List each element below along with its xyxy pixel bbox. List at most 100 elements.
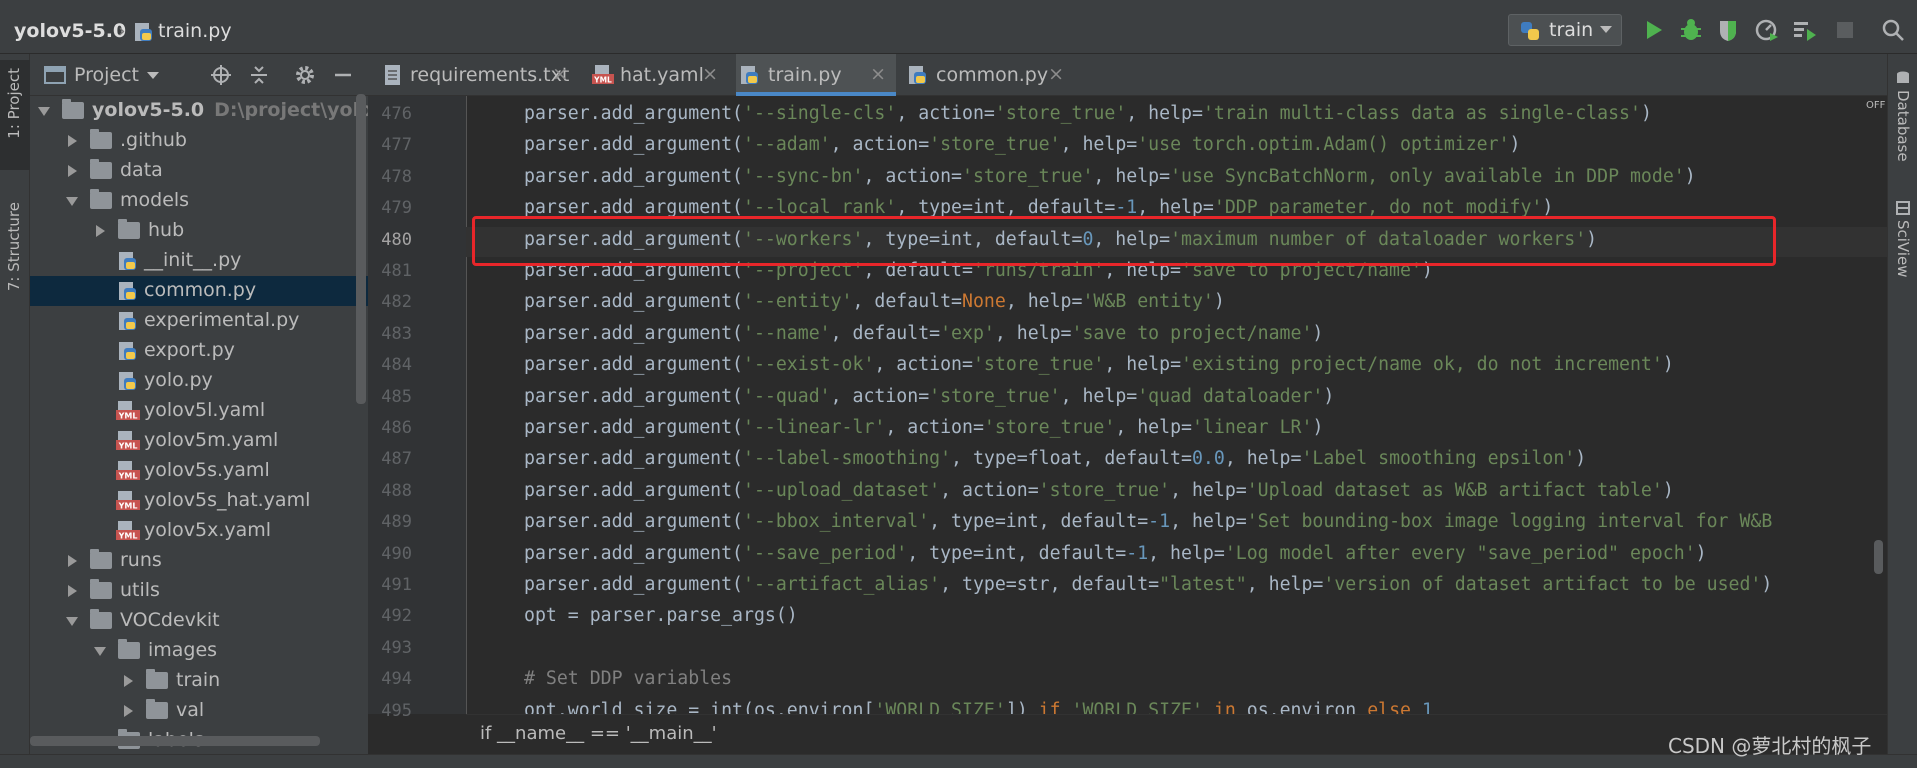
code-line[interactable]: parser.add_argument('--entity', default=… (524, 291, 1225, 312)
structure-tool-tab[interactable]: 7: Structure (0, 194, 30, 314)
chevron-right-icon[interactable] (96, 225, 105, 237)
code-line[interactable]: parser.add_argument('--exist-ok', action… (524, 354, 1674, 375)
chevron-right-icon[interactable] (124, 705, 133, 717)
project-tree-item[interactable]: experimental.py (30, 306, 368, 336)
project-horizontal-scrollbar[interactable] (30, 736, 320, 746)
project-tree-item[interactable]: YML yolov5x.yaml (30, 516, 368, 546)
svg-text:YML: YML (593, 76, 612, 85)
code-line[interactable]: parser.add_argument('--artifact_alias', … (524, 574, 1772, 595)
code-token: 'store_true' (972, 354, 1105, 376)
editor-tab[interactable]: common.py × (904, 54, 1074, 96)
project-tree-item[interactable]: YML yolov5s.yaml (30, 456, 368, 486)
chevron-right-icon[interactable] (68, 165, 77, 177)
project-tree-item[interactable]: common.py (30, 276, 368, 306)
chevron-down-icon[interactable] (38, 107, 50, 116)
run-icon[interactable] (1640, 17, 1666, 43)
project-tree-item[interactable]: YML yolov5l.yaml (30, 396, 368, 426)
project-panel-title[interactable]: Project (74, 64, 139, 86)
line-number: 489 (381, 512, 412, 533)
project-tree-item[interactable]: YML yolov5s_hat.yaml (30, 486, 368, 516)
code-token: , action= (896, 103, 995, 124)
editor-tab[interactable]: YML hat.yaml × (588, 54, 728, 96)
editor-breadcrumb[interactable]: if __name__ == '__main__' (480, 723, 717, 744)
project-tree-item[interactable]: runs (30, 546, 368, 576)
chevron-right-icon[interactable] (124, 675, 133, 687)
code-line[interactable]: parser.add_argument('--single-cls', acti… (524, 103, 1652, 124)
coverage-icon[interactable] (1716, 17, 1742, 43)
project-tree-item[interactable]: hub (30, 216, 368, 246)
close-icon[interactable]: × (870, 63, 886, 85)
project-tree-item[interactable]: models (30, 186, 368, 216)
annotation-highlight-box (472, 216, 1776, 266)
project-tree-item[interactable]: VOCdevkit (30, 606, 368, 636)
editor-vertical-scrollbar[interactable] (1874, 540, 1883, 574)
code-line[interactable]: opt = parser.parse_args() (524, 605, 798, 626)
chevron-down-icon[interactable] (147, 72, 159, 79)
breadcrumb-file[interactable]: train.py (158, 20, 232, 42)
code-token: '--name' (743, 322, 831, 344)
code-line[interactable]: parser.add_argument('--bbox_interval', t… (524, 511, 1772, 532)
code-token: , help= (1170, 479, 1247, 501)
code-line[interactable]: parser.add_argument('--upload_dataset', … (524, 480, 1674, 501)
chevron-right-icon[interactable] (68, 585, 77, 597)
chevron-down-icon[interactable] (94, 647, 106, 656)
chevron-right-icon[interactable] (68, 555, 77, 567)
code-line[interactable]: parser.add_argument('--quad', action='st… (524, 386, 1334, 407)
chevron-right-icon[interactable] (68, 135, 77, 147)
code-token: , help= (1126, 103, 1203, 124)
chevron-down-icon[interactable] (66, 197, 78, 206)
code-line[interactable]: parser.add_argument('--name', default='e… (524, 323, 1323, 344)
inspection-badge[interactable]: OFF (1866, 100, 1885, 111)
project-tree-item[interactable]: __init__.py (30, 246, 368, 276)
search-everywhere-icon[interactable] (1880, 17, 1906, 43)
gear-icon[interactable] (294, 64, 316, 86)
code-token: 'quad dataloader' (1137, 385, 1324, 407)
code-token: 'use torch.optim.Adam() optimizer' (1137, 134, 1510, 156)
breadcrumb-project[interactable]: yolov5-5.0 (14, 20, 126, 42)
code-line[interactable]: parser.add_argument('--sync-bn', action=… (524, 166, 1696, 187)
profile-icon[interactable] (1754, 17, 1780, 43)
editor-tab[interactable]: train.py × (736, 54, 896, 96)
hide-panel-icon[interactable] (332, 64, 354, 86)
project-tree-item[interactable]: val (30, 696, 368, 726)
debug-icon[interactable] (1678, 17, 1704, 43)
sciview-tool-tab[interactable]: SciView (1894, 220, 1912, 278)
project-tree-item[interactable]: train (30, 666, 368, 696)
code-token: , default= (830, 322, 941, 344)
project-tree-item[interactable]: data (30, 156, 368, 186)
run-configuration-select[interactable]: train (1508, 14, 1622, 46)
run-concurrency-icon[interactable] (1792, 17, 1818, 43)
code-token: 'store_true' (929, 385, 1061, 407)
chevron-down-icon[interactable] (66, 617, 78, 626)
project-tree-item[interactable]: export.py (30, 336, 368, 366)
close-icon[interactable]: × (702, 63, 718, 85)
project-vertical-scrollbar[interactable] (356, 94, 366, 404)
code-line[interactable]: parser.add_argument('--label-smoothing',… (524, 448, 1586, 469)
code-token: , default= (852, 291, 963, 313)
locate-file-icon[interactable] (210, 64, 232, 86)
code-token: '--quad' (743, 385, 831, 407)
editor-tab-label: hat.yaml (620, 64, 704, 86)
project-tree-item[interactable]: images (30, 636, 368, 666)
project-tree-item[interactable]: .github (30, 126, 368, 156)
code-line[interactable]: parser.add_argument('--linear-lr', actio… (524, 417, 1323, 438)
project-tree-item[interactable]: utils (30, 576, 368, 606)
close-icon[interactable]: × (552, 63, 568, 85)
code-token: -1 (1126, 542, 1149, 564)
python-file-icon (909, 66, 926, 84)
project-tree-item-label: data (120, 159, 163, 181)
project-tree-item[interactable]: yolov5-5.0 D:\project\yolov5-5.0 (30, 96, 439, 126)
project-tree-item[interactable]: YML yolov5m.yaml (30, 426, 368, 456)
project-tool-tab[interactable]: 1: Project (0, 60, 30, 170)
editor-tab[interactable]: requirements.txt × (378, 54, 578, 96)
stop-icon[interactable] (1832, 17, 1858, 43)
code-token: 'save to project/name' (1071, 322, 1313, 344)
code-line[interactable]: parser.add_argument('--save_period', typ… (524, 543, 1707, 564)
database-tool-tab[interactable]: Database (1894, 90, 1912, 162)
code-line[interactable]: parser.add_argument('--adam', action='st… (524, 134, 1520, 155)
code-token: '--upload_dataset' (743, 479, 941, 501)
code-line[interactable]: # Set DDP variables (524, 668, 732, 689)
collapse-all-icon[interactable] (248, 64, 270, 86)
project-tree-item[interactable]: yolo.py (30, 366, 368, 396)
close-icon[interactable]: × (1048, 63, 1064, 85)
